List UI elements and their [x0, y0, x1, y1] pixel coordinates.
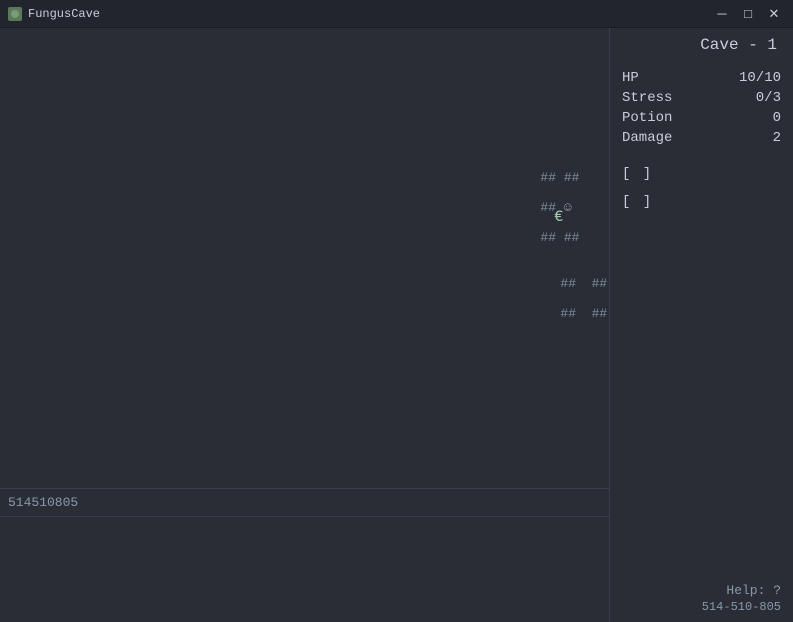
hp-label: HP — [622, 70, 639, 86]
potion-value: 0 — [773, 110, 781, 126]
sprite-group-1: ## ## ## ☺ ## ## — [478, 156, 579, 261]
titlebar-left: FungusCave — [8, 7, 100, 21]
minimize-button[interactable]: ─ — [711, 5, 733, 23]
game-area: ## ## ## ☺ ## ## € ## ## ## ## 514510805 — [0, 28, 610, 622]
stress-value: 0/3 — [756, 90, 781, 106]
stat-potion: Potion 0 — [622, 110, 781, 126]
titlebar-controls: ─ □ ✕ — [711, 5, 785, 23]
stat-hp: HP 10/10 — [622, 70, 781, 86]
sprite-group-2: ## ## ## ## — [498, 262, 607, 337]
stress-label: Stress — [622, 90, 672, 106]
hp-value: 10/10 — [739, 70, 781, 86]
inventory-slots: [ ] [ ] — [622, 166, 781, 210]
seed-display: 514510805 — [0, 489, 609, 517]
right-panel: Cave - 1 HP 10/10 Stress 0/3 Potion 0 Da… — [610, 28, 793, 622]
stat-stress: Stress 0/3 — [622, 90, 781, 106]
contact-text: 514-510-805 — [622, 600, 781, 614]
bottom-bar: 514510805 — [0, 488, 609, 622]
cave-title: Cave - 1 — [622, 36, 781, 54]
help-section: Help: ? 514-510-805 — [622, 583, 781, 614]
close-button[interactable]: ✕ — [763, 5, 785, 23]
inventory-slot-1[interactable]: [ ] — [622, 166, 781, 182]
inventory-slot-2[interactable]: [ ] — [622, 194, 781, 210]
sprite-entity: € — [554, 208, 564, 226]
main-layout: ## ## ## ☺ ## ## € ## ## ## ## 514510805… — [0, 28, 793, 622]
stat-damage: Damage 2 — [622, 130, 781, 146]
damage-label: Damage — [622, 130, 672, 146]
titlebar-title: FungusCave — [28, 7, 100, 21]
help-label: Help: ? — [622, 583, 781, 598]
seed-value: 514510805 — [8, 495, 78, 510]
app-icon — [8, 7, 22, 21]
game-canvas[interactable]: ## ## ## ☺ ## ## € ## ## ## ## — [0, 28, 609, 488]
damage-value: 2 — [773, 130, 781, 146]
potion-label: Potion — [622, 110, 672, 126]
maximize-button[interactable]: □ — [737, 5, 759, 23]
stats-table: HP 10/10 Stress 0/3 Potion 0 Damage 2 — [622, 70, 781, 146]
titlebar: FungusCave ─ □ ✕ — [0, 0, 793, 28]
